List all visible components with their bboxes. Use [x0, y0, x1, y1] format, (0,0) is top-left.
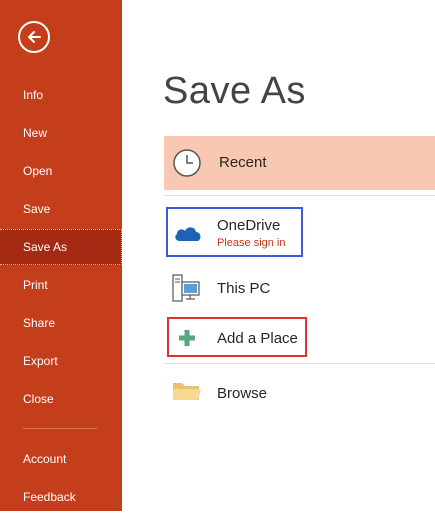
nav-item-save-as[interactable]: Save As [0, 229, 122, 265]
nav-item-account[interactable]: Account [0, 441, 122, 477]
place-this-pc-label: This PC [217, 280, 271, 297]
place-add-a-place[interactable]: Add a Place [167, 317, 307, 357]
folder-icon [173, 383, 201, 400]
nav-item-close[interactable]: Close [0, 381, 122, 417]
nav-item-export[interactable]: Export [0, 343, 122, 379]
section-divider [164, 195, 435, 196]
nav-item-new[interactable]: New [0, 115, 122, 151]
place-browse[interactable]: Browse [164, 372, 364, 412]
cloud-icon [175, 227, 201, 241]
plus-icon [179, 330, 195, 346]
nav-item-share[interactable]: Share [0, 305, 122, 341]
section-divider [164, 363, 435, 364]
back-arrow-icon [28, 31, 41, 43]
page-title: Save As [163, 70, 306, 112]
place-this-pc[interactable]: This PC [164, 268, 364, 308]
nav-item-open[interactable]: Open [0, 153, 122, 189]
place-recent-label: Recent [219, 154, 267, 171]
nav-item-print[interactable]: Print [0, 267, 122, 303]
back-button[interactable] [18, 21, 50, 53]
clock-icon [173, 149, 201, 177]
backstage-sidebar: Info New Open Save Save As Print Share E… [0, 0, 122, 511]
place-add-a-place-label: Add a Place [217, 330, 298, 347]
place-recent[interactable]: Recent [164, 136, 435, 190]
place-browse-label: Browse [217, 385, 268, 402]
place-onedrive[interactable]: OneDrive Please sign in [166, 207, 303, 257]
nav-item-info[interactable]: Info [0, 77, 122, 113]
nav-item-save[interactable]: Save [0, 191, 122, 227]
place-onedrive-label: OneDrive [217, 217, 281, 234]
sidebar-divider [23, 428, 97, 429]
computer-icon [172, 274, 200, 302]
nav-item-feedback[interactable]: Feedback [0, 479, 122, 515]
sign-in-prompt[interactable]: Please sign in [217, 237, 286, 249]
